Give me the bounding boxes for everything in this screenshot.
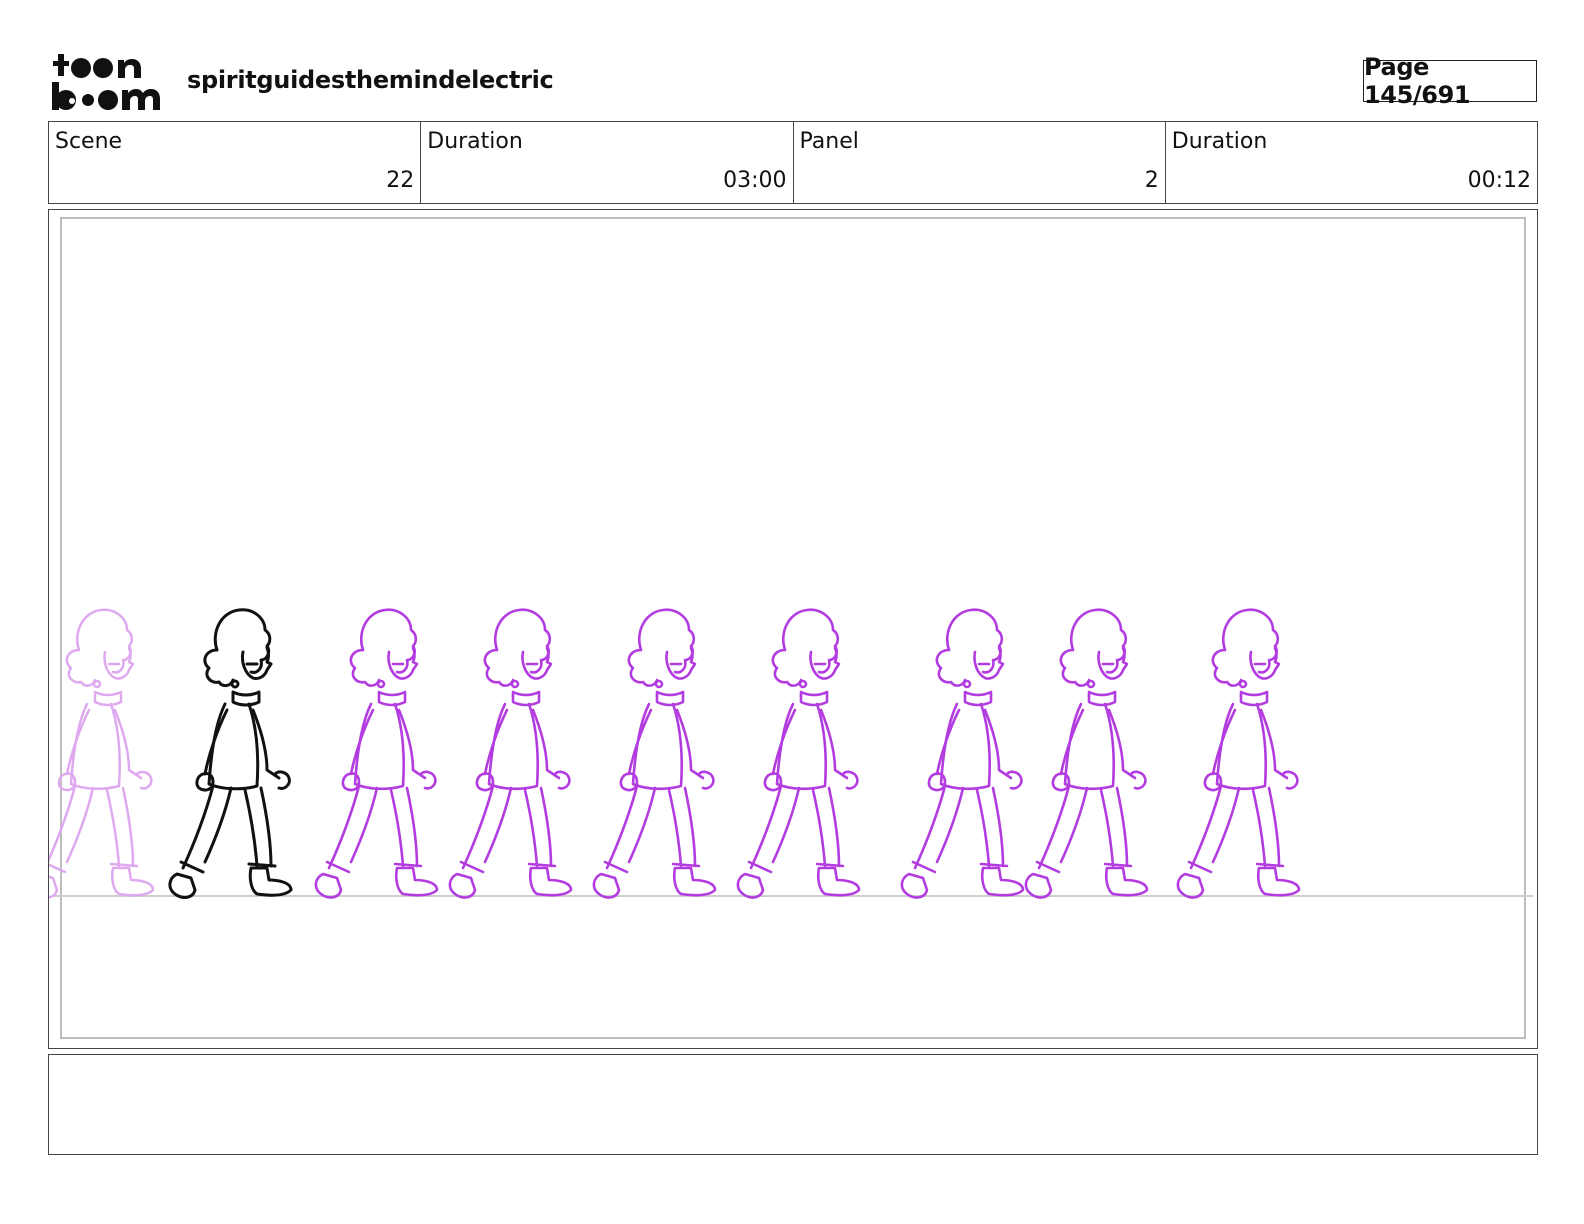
onion-skin-figure [1176, 608, 1301, 899]
storyboard-panel [48, 209, 1538, 1049]
panel-value: 2 [1144, 168, 1159, 193]
scene-duration-value: 03:00 [723, 168, 787, 193]
onion-skin-figure [448, 608, 573, 899]
scene-duration-label: Duration [427, 129, 523, 154]
onion-skin-figure [736, 608, 861, 899]
scene-value: 22 [386, 168, 415, 193]
panel-cell: Panel 2 [794, 122, 1166, 203]
scene-cell: Scene 22 [49, 122, 422, 203]
scene-label: Scene [55, 129, 123, 154]
panel-duration-value: 00:12 [1467, 168, 1531, 193]
panel-info-table: Scene 22 Duration 03:00 Panel 2 Duration… [48, 121, 1538, 204]
walk-cycle-drawing [49, 608, 1533, 899]
onion-skin-figure [900, 608, 1025, 899]
panel-duration-label: Duration [1171, 129, 1268, 154]
project-title: spiritguidesthemindelectric [187, 66, 554, 94]
onion-skin-figure [592, 608, 717, 899]
scene-duration-cell: Duration 03:00 [421, 122, 794, 203]
page-number: Page 145/691 [1363, 53, 1537, 109]
onion-skin-figure-faded [49, 608, 155, 899]
panel-notes-box [48, 1054, 1538, 1155]
panel-label: Panel [799, 129, 859, 154]
onion-skin-figure [314, 608, 439, 899]
key-pose-figure [168, 608, 293, 899]
onion-skin-figure [1024, 608, 1149, 899]
toon-boom-logo [52, 52, 164, 112]
panel-duration-cell: Duration 00:12 [1166, 122, 1537, 203]
